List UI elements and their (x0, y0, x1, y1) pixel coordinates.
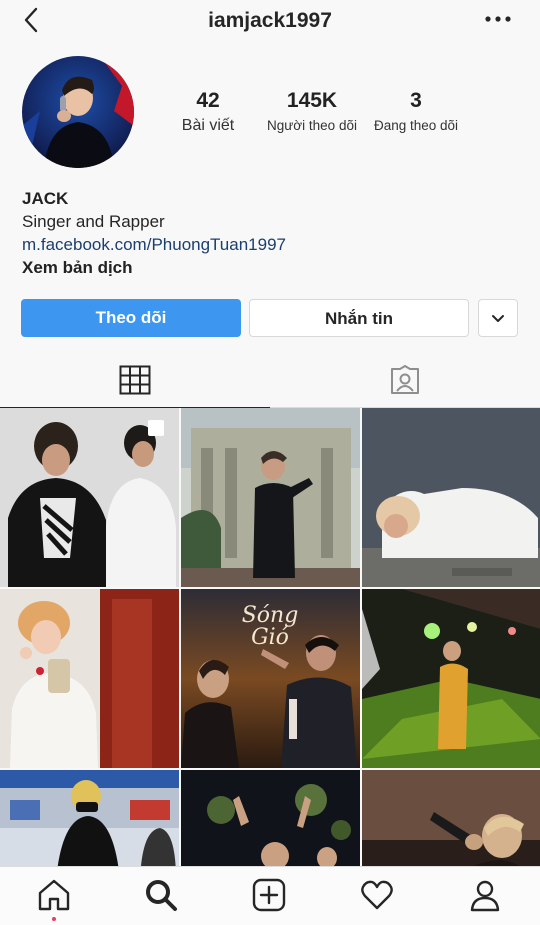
add-post-icon[interactable] (251, 877, 287, 913)
post-thumbnail[interactable] (181, 408, 360, 587)
notification-dot (52, 917, 56, 921)
profile-bio: JACK Singer and Rapper m.facebook.com/Ph… (22, 188, 522, 280)
chevron-down-icon (492, 315, 504, 322)
post-thumbnail[interactable] (362, 770, 540, 868)
profile-name: JACK (22, 189, 69, 208)
posts-grid: Sóng Gió (0, 408, 540, 868)
post-thumbnail[interactable]: Sóng Gió (181, 589, 360, 768)
profile-bio-text: Singer and Rapper (22, 212, 165, 231)
post-thumbnail[interactable] (362, 589, 540, 768)
following-count-value: 3 (410, 89, 422, 112)
followers-count-label: Người theo dõi (267, 118, 357, 133)
profile-username: iamjack1997 (208, 9, 332, 32)
following-count-label: Đang theo dõi (373, 118, 459, 133)
top-bar: iamjack1997 (0, 0, 540, 44)
message-button[interactable]: Nhắn tin (249, 299, 469, 337)
heart-icon[interactable] (359, 877, 395, 913)
followers-count-value: 145K (286, 89, 338, 112)
tab-grid[interactable] (0, 352, 270, 408)
post-thumbnail[interactable] (0, 589, 179, 768)
grid-icon (119, 365, 151, 395)
posts-count-label: Bài viết (181, 117, 235, 134)
post-thumbnail[interactable] (0, 408, 179, 587)
profile-avatar[interactable] (22, 56, 134, 168)
suggested-accounts-button[interactable] (478, 299, 518, 337)
see-translation-link[interactable]: Xem bản dịch (22, 256, 522, 280)
search-icon[interactable] (143, 877, 179, 913)
profile-page: iamjack1997 42 Bài viết 145K Người theo … (0, 0, 540, 925)
followers-count[interactable]: 145K Người theo dõi (258, 88, 366, 137)
follow-button[interactable]: Theo dõi (21, 299, 241, 337)
posts-count-value: 42 (196, 89, 220, 112)
post-thumbnail[interactable] (181, 770, 360, 868)
profile-icon[interactable] (467, 877, 503, 913)
profile-tabs (0, 352, 540, 408)
post-thumbnail[interactable] (362, 408, 540, 587)
profile-link[interactable]: m.facebook.com/PhuongTuan1997 (22, 233, 522, 256)
poster-title: Sóng Gió (241, 603, 299, 650)
bottom-navigation (0, 866, 540, 925)
more-horizontal-icon[interactable] (484, 14, 512, 24)
following-count[interactable]: 3 Đang theo dõi (366, 88, 466, 137)
tab-tagged[interactable] (270, 352, 540, 408)
tagged-icon (391, 365, 419, 394)
post-thumbnail[interactable] (0, 770, 179, 868)
home-icon[interactable] (36, 877, 72, 913)
posts-count: 42 Bài viết (168, 88, 248, 137)
